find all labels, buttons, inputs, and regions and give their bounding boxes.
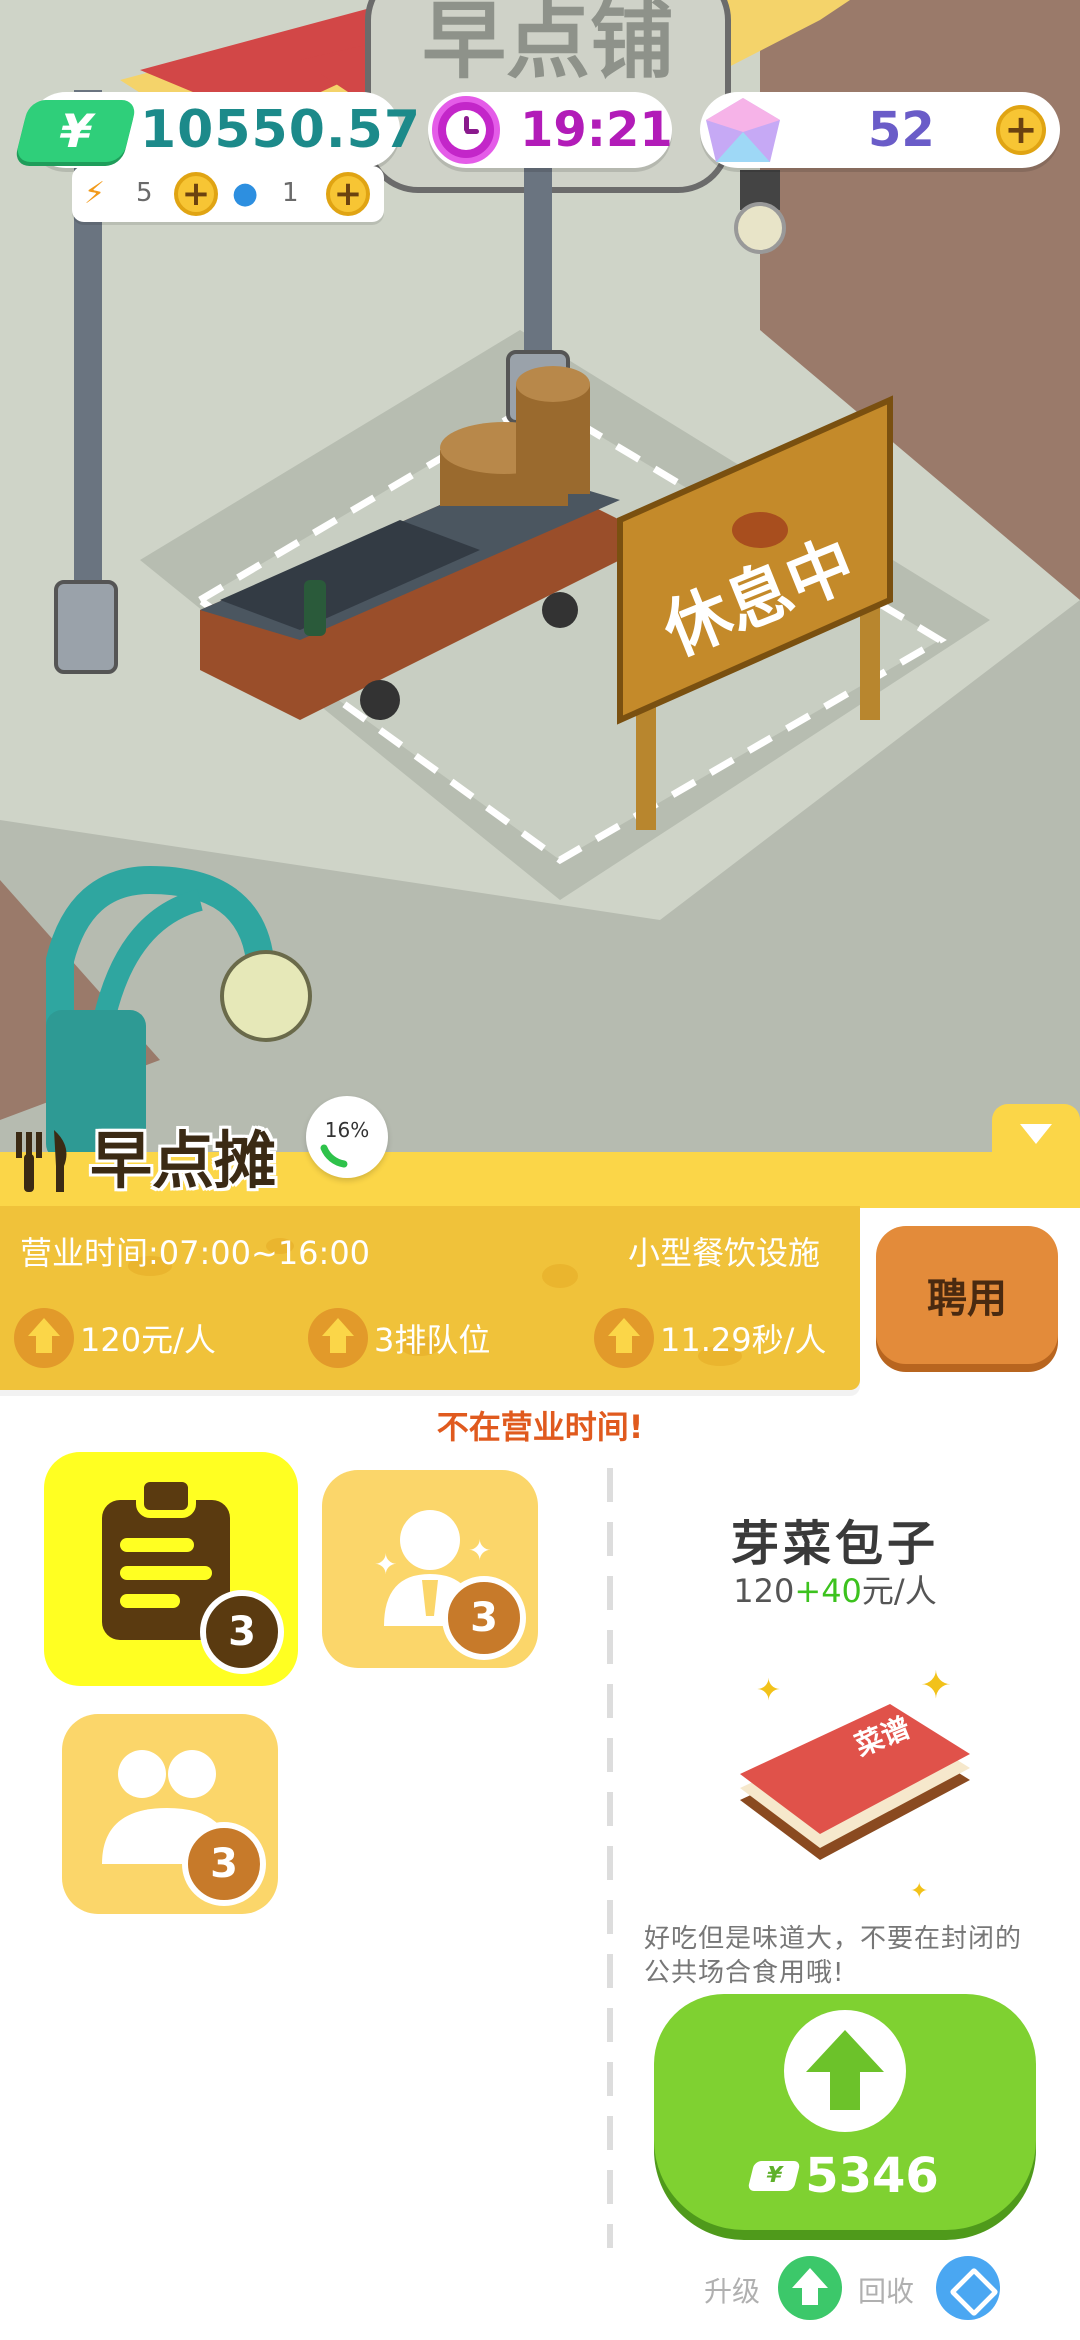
shop-title: 早点摊: [90, 1124, 277, 1197]
clock-icon: [432, 96, 500, 164]
clock-display[interactable]: 19:21: [428, 92, 673, 168]
dish-name: 芽菜包子: [730, 1516, 939, 1572]
svg-text:✦: ✦: [910, 1879, 928, 1900]
recycle-icon-button[interactable]: [936, 2256, 1000, 2320]
shop-info-card: 营业时间:07:00~16:00 小型餐饮设施 120元/人 3排队位 11.2…: [0, 1206, 860, 1390]
water-drop-icon: ●: [232, 176, 259, 211]
clock-value: 19:21: [520, 102, 673, 158]
upgrade-arrow-icon: [784, 2010, 906, 2132]
business-hours: 营业时间:07:00~16:00: [20, 1234, 371, 1272]
panel-divider: [607, 1468, 613, 2248]
upgrade-label: 升级: [704, 2275, 761, 2308]
tile-count-badge: 3: [182, 1822, 266, 1906]
money-value: 10550.57: [140, 100, 422, 160]
resource-bar: ⚡ 5 + ● 1 +: [72, 166, 384, 222]
upgrade-price-icon: [14, 1308, 74, 1368]
recycle-label: 回收: [858, 2275, 915, 2308]
tile-count-badge: 3: [200, 1590, 284, 1674]
water-value: 1: [282, 178, 299, 208]
dish-price-base: 120: [733, 1572, 795, 1610]
stat-price[interactable]: 120元/人: [14, 1306, 216, 1370]
stat-queue-value: 3排队位: [374, 1321, 491, 1359]
stat-price-value: 120元/人: [80, 1321, 216, 1359]
hire-button[interactable]: 聘用: [876, 1226, 1058, 1364]
progress-ring: [320, 1144, 348, 1168]
gem-display[interactable]: 52 +: [700, 92, 1060, 168]
add-water-button[interactable]: +: [326, 172, 370, 216]
stat-speed-value: 11.29秒/人: [660, 1321, 827, 1359]
menu-tile[interactable]: 3: [44, 1452, 298, 1686]
upgrade-queue-icon: [308, 1308, 368, 1368]
dish-actions: 升级 回收: [700, 2256, 1060, 2324]
upgrade-cost: 5346: [805, 2148, 939, 2204]
fork-knife-icon: [16, 1130, 67, 1192]
cash-icon: ¥: [747, 2161, 801, 2191]
stat-queue[interactable]: 3排队位: [308, 1306, 490, 1370]
gem-value: 52: [868, 102, 935, 158]
facility-type: 小型餐饮设施: [627, 1234, 820, 1272]
svg-text:✦: ✦: [756, 1673, 781, 1708]
svg-text:✦: ✦: [920, 1670, 952, 1707]
recipe-book-icon: 菜谱 ✦ ✦ ✦: [740, 1670, 970, 1900]
canopy-sign-text: 早点铺: [422, 0, 674, 90]
staff-tile[interactable]: ✦ ✦ 3: [322, 1470, 538, 1668]
customers-tile[interactable]: 3: [62, 1714, 278, 1914]
dish-price-bonus: +40: [794, 1572, 862, 1610]
dish-price: 120+40元/人: [640, 1566, 1030, 1612]
energy-icon: ⚡: [84, 176, 106, 211]
dish-description: 好吃但是味道大，不要在封闭的公共场合食用哦!: [644, 1924, 1023, 1988]
cash-icon: ¥: [14, 100, 138, 162]
progress-badge: 16%: [306, 1096, 388, 1178]
add-gems-button[interactable]: +: [996, 105, 1046, 155]
closed-warning: 不在营业时间!: [436, 1408, 644, 1446]
game-scene[interactable]: 早点铺 休息中 ¥ 10550.57 ⚡ 5 + ● 1 + 19:21 52 …: [0, 0, 1080, 1160]
svg-text:✦: ✦: [468, 1534, 491, 1567]
upgrade-icon-button[interactable]: [778, 2256, 842, 2320]
money-display[interactable]: ¥ 10550.57: [14, 92, 420, 168]
upgrade-speed-icon: [594, 1308, 654, 1368]
stat-speed[interactable]: 11.29秒/人: [594, 1306, 826, 1370]
upgrade-cost-row: ¥ 5346: [654, 2148, 1036, 2204]
svg-text:✦: ✦: [374, 1548, 397, 1581]
add-energy-button[interactable]: +: [174, 172, 218, 216]
tile-count-badge: 3: [442, 1576, 526, 1660]
upgrade-dish-button[interactable]: ¥ 5346: [654, 1994, 1036, 2230]
gem-icon: [706, 98, 780, 162]
collapse-panel-button[interactable]: [992, 1104, 1080, 1160]
dish-price-unit: 元/人: [861, 1572, 937, 1610]
energy-value: 5: [136, 178, 153, 208]
cash-symbol: ¥: [53, 104, 99, 158]
